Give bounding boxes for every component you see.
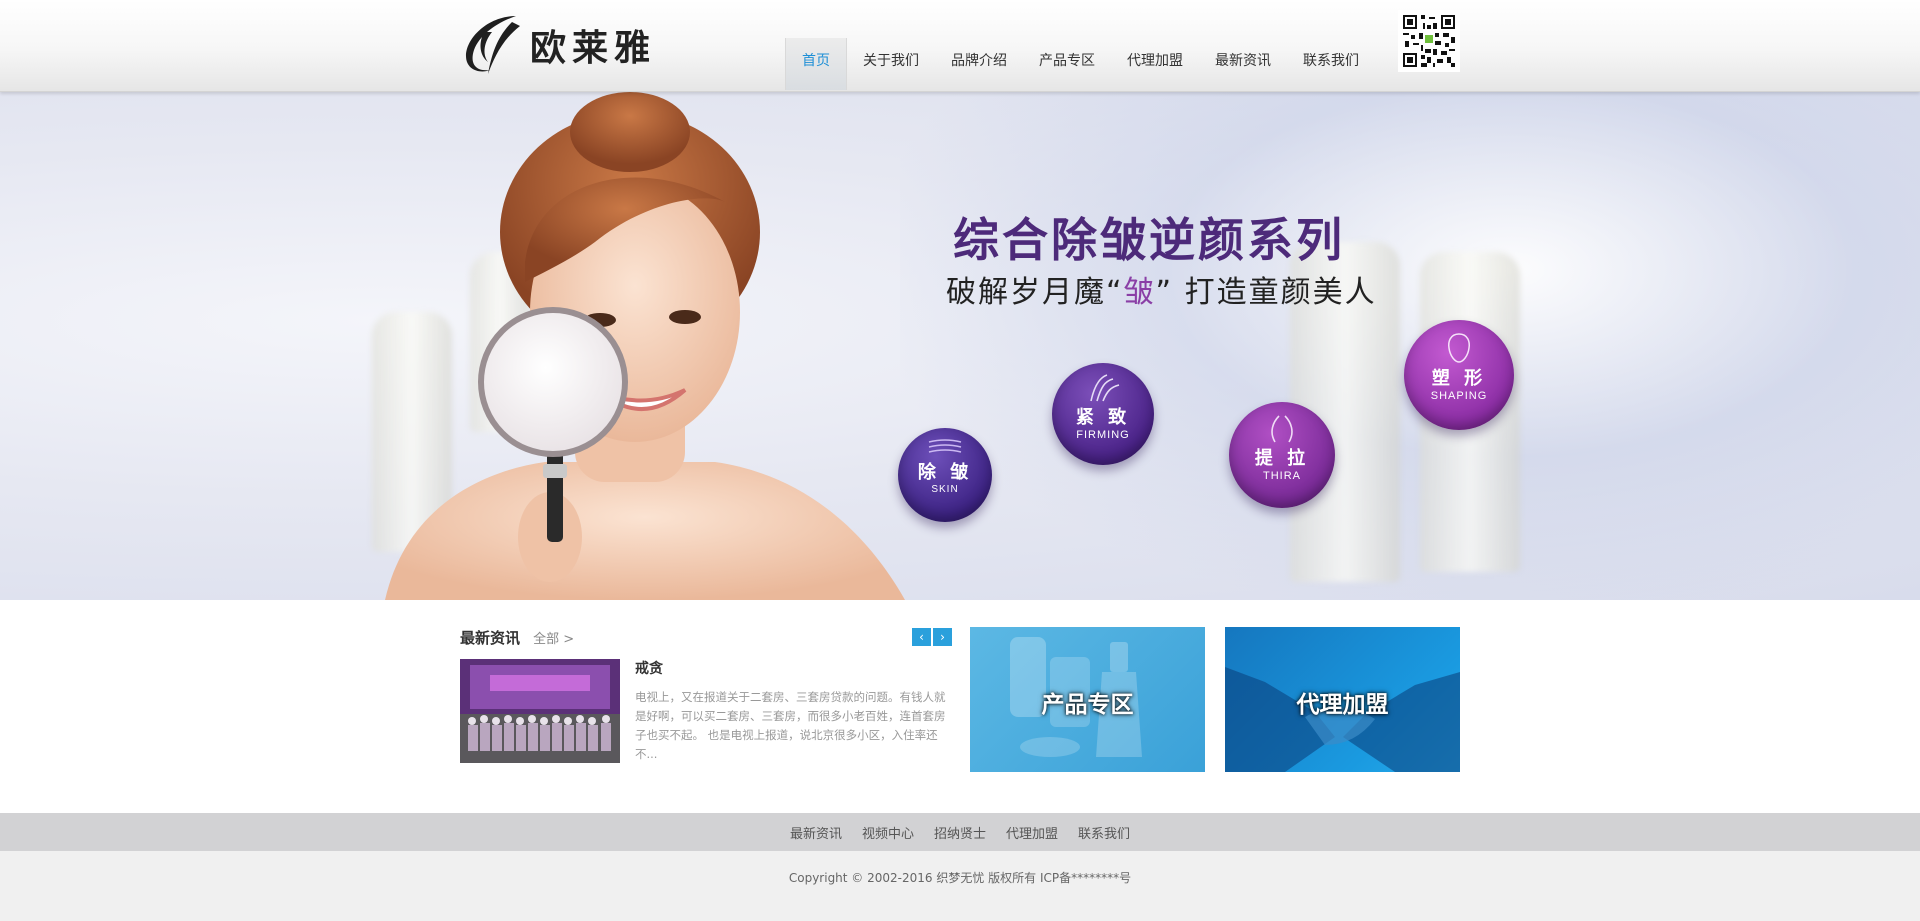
badge-en: FIRMING (1076, 429, 1130, 441)
nav-brand[interactable]: 品牌介绍 (935, 38, 1023, 90)
logo-text: 欧莱雅 (530, 27, 657, 69)
hero-banner[interactable]: 综合除皱逆颜系列 破解岁月魔“皱” 打造童颜美人 除 皱 SKIN 紧 致 FI… (0, 92, 1920, 600)
model-portrait-image (385, 92, 905, 600)
wrinkle-lines-icon (928, 439, 962, 453)
site-logo[interactable]: 欧莱雅 (458, 12, 656, 78)
news-header: 最新资讯 全部 > ‹ › (460, 627, 952, 649)
footer-link-contact[interactable]: 联系我们 (1078, 823, 1130, 842)
news-arrows: ‹ › (912, 628, 952, 646)
footer-bottom: Copyright © 2002-2016 织梦无忧 版权所有 ICP备****… (0, 851, 1920, 921)
nav-products[interactable]: 产品专区 (1023, 38, 1111, 90)
news-item-description: 电视上，又在报道关于二套房、三套房贷款的问题。有钱人就是好啊，可以买二套房、三套… (635, 690, 946, 761)
news-section-title: 最新资讯 (460, 629, 521, 647)
news-all-link[interactable]: 全部 > (533, 632, 574, 647)
footer-link-news[interactable]: 最新资讯 (790, 823, 842, 842)
tile-products-label: 产品专区 (1041, 692, 1134, 718)
badge-cn: 紧 致 (1075, 407, 1131, 428)
banner-headline: 综合除皱逆颜系列 (953, 213, 1345, 267)
badge-shaping[interactable]: 塑 形 SHAPING (1404, 320, 1514, 430)
badge-cn: 提 拉 (1254, 448, 1310, 469)
firming-icon (1090, 374, 1120, 402)
subline-accent: 皱 (1123, 275, 1156, 310)
chevron-left-icon[interactable]: ‹ (912, 628, 931, 646)
badge-en: SKIN (931, 484, 959, 495)
nav-about[interactable]: 关于我们 (847, 38, 935, 90)
badge-cn: 塑 形 (1431, 368, 1487, 389)
nav-contact[interactable]: 联系我们 (1287, 38, 1375, 90)
news-thumbnail[interactable] (460, 659, 620, 763)
footer-nav: 最新资讯 视频中心 招纳贤士 代理加盟 联系我们 (0, 813, 1920, 851)
news-section: 最新资讯 全部 > ‹ › 戒贪 电视上，又在报道关于二套房、三套房贷款的问题。… (460, 627, 952, 775)
subline-part: ” 打造童颜美人 (1155, 275, 1377, 310)
lift-icon (1271, 415, 1293, 443)
badge-wrinkle[interactable]: 除 皱 SKIN (898, 428, 992, 522)
logo-swirl-icon (466, 16, 520, 74)
badge-cn: 除 皱 (917, 462, 973, 483)
badge-lift[interactable]: 提 拉 THIRA (1229, 402, 1335, 508)
tile-products[interactable]: 产品专区 (970, 627, 1205, 772)
subline-part: 破解岁月魔“ (946, 275, 1124, 310)
footer-link-careers[interactable]: 招纳贤士 (934, 823, 986, 842)
nav-news[interactable]: 最新资讯 (1199, 38, 1287, 90)
banner-glow (900, 92, 1920, 600)
copyright-text: Copyright © 2002-2016 织梦无忧 版权所有 ICP备****… (788, 871, 1132, 885)
tile-franchise[interactable]: 代理加盟 (1225, 627, 1460, 772)
main-nav: 首页 关于我们 品牌介绍 产品专区 代理加盟 最新资讯 联系我们 (785, 38, 1375, 90)
chevron-right-icon[interactable]: › (933, 628, 952, 646)
tile-franchise-label: 代理加盟 (1296, 692, 1389, 718)
news-item-title[interactable]: 戒贪 (635, 658, 663, 678)
nav-home[interactable]: 首页 (785, 38, 847, 90)
badge-firming[interactable]: 紧 致 FIRMING (1052, 363, 1154, 465)
badge-en: SHAPING (1430, 390, 1488, 402)
site-header: 欧莱雅 首页 关于我们 品牌介绍 产品专区 代理加盟 最新资讯 联系我们 (0, 0, 1920, 92)
qr-code-icon (1398, 10, 1460, 72)
banner-subline: 破解岁月魔“皱” 打造童颜美人 (946, 267, 1377, 311)
badge-en: THIRA (1263, 470, 1301, 482)
nav-franchise[interactable]: 代理加盟 (1111, 38, 1199, 90)
face-outline-icon (1448, 333, 1470, 363)
footer-link-videos[interactable]: 视频中心 (862, 823, 914, 842)
footer-link-franchise[interactable]: 代理加盟 (1006, 823, 1058, 842)
